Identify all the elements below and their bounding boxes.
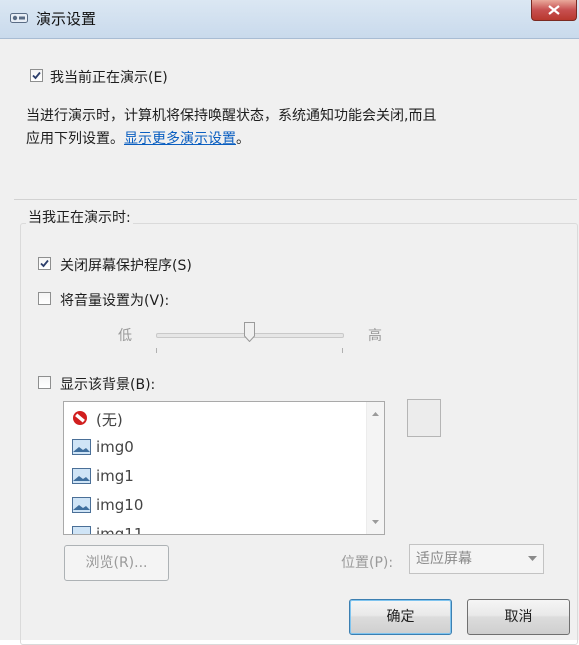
presenting-checkbox[interactable]: [30, 69, 43, 82]
background-preview: [407, 399, 441, 437]
volume-label[interactable]: 将音量设置为(V):: [60, 290, 169, 310]
close-button[interactable]: [531, 0, 577, 21]
checkmark-icon: [32, 71, 41, 80]
chevron-down-icon: [528, 556, 537, 561]
list-item-label: img10: [96, 496, 144, 514]
description-period: 。: [236, 131, 250, 147]
projector-icon: [10, 13, 28, 23]
position-select[interactable]: 适应屏幕: [409, 544, 544, 574]
screensaver-label[interactable]: 关闭屏幕保护程序(S): [60, 255, 192, 275]
browse-button[interactable]: 浏览(R)...: [64, 545, 169, 581]
more-presentation-settings-link[interactable]: 显示更多演示设置: [124, 131, 236, 147]
close-icon: [548, 5, 560, 15]
screensaver-checkbox[interactable]: [38, 257, 51, 270]
description-line-1: 当进行演示时，计算机将保持唤醒状态，系统通知功能会关闭,而且: [26, 108, 437, 124]
description-line-2: 应用下列设置。: [26, 131, 124, 147]
checkmark-icon: [40, 259, 49, 268]
background-listbox[interactable]: (无) img0 img1 img10 img11: [63, 401, 385, 535]
slider-tick: [156, 348, 157, 353]
image-icon: [72, 439, 91, 455]
list-item-label: img11: [96, 525, 144, 535]
volume-checkbox[interactable]: [38, 292, 51, 305]
presentation-settings-window: 演示设置 我当前正在演示(E) 当进行演示时，计算机将保持唤醒状态，系统通知功能…: [0, 0, 579, 645]
volume-slider[interactable]: 低 高: [118, 322, 398, 356]
volume-slider-thumb[interactable]: [243, 322, 255, 342]
title-bar: 演示设置: [0, 0, 579, 39]
scroll-up-icon: [372, 412, 379, 416]
ok-button[interactable]: 确定: [349, 599, 452, 635]
list-item-label: img1: [96, 467, 134, 485]
scroll-down-icon: [372, 520, 379, 524]
no-entry-icon: [73, 411, 87, 425]
window-title: 演示设置: [36, 10, 97, 28]
image-icon: [72, 526, 91, 534]
section-divider: [14, 199, 577, 200]
cancel-button[interactable]: 取消: [467, 599, 570, 635]
position-label: 位置(P):: [341, 555, 394, 571]
image-icon: [72, 468, 91, 484]
volume-high-label: 高: [368, 328, 382, 344]
volume-low-label: 低: [118, 328, 132, 344]
presenting-checkbox-label[interactable]: 我当前正在演示(E): [50, 67, 168, 87]
listbox-scrollbar[interactable]: [366, 402, 384, 534]
dialog-content: 我当前正在演示(E) 当进行演示时，计算机将保持唤醒状态，系统通知功能会关闭,而…: [0, 39, 579, 645]
presenting-description: 当进行演示时，计算机将保持唤醒状态，系统通知功能会关闭,而且 应用下列设置。显示…: [26, 105, 546, 151]
image-icon: [72, 497, 91, 513]
group-title: 当我正在演示时:: [26, 207, 133, 227]
list-item-label: img0: [96, 438, 134, 456]
list-item-label: (无): [96, 411, 123, 429]
position-select-value: 适应屏幕: [416, 551, 472, 567]
background-label[interactable]: 显示该背景(B):: [60, 374, 155, 394]
slider-tick: [342, 348, 343, 353]
background-checkbox[interactable]: [38, 376, 51, 389]
